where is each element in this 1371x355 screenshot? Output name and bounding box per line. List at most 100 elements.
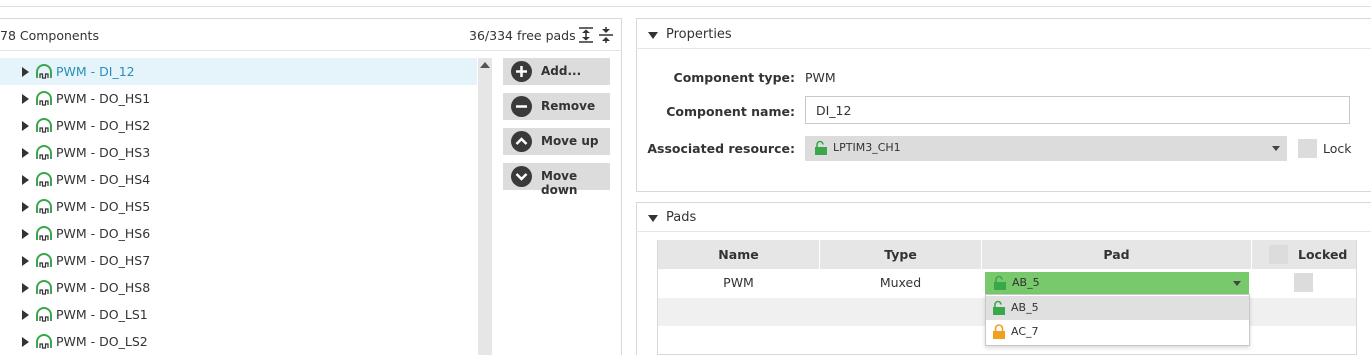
tree-row[interactable]: PWM - DI_12 (0, 58, 477, 85)
pwm-signal-icon (36, 199, 52, 214)
tree-row[interactable]: PWM - DO_HS3 (0, 139, 477, 166)
tree-row-label: PWM - DO_HS4 (56, 172, 151, 187)
lock-checkbox[interactable] (1298, 139, 1317, 158)
pwm-signal-icon (36, 118, 52, 133)
pad-option-ab5[interactable]: AB_5 (986, 296, 1249, 320)
tree-row[interactable]: PWM - DO_HS5 (0, 193, 477, 220)
col-sep (819, 240, 820, 269)
expand-all-icon[interactable] (577, 26, 595, 44)
tree-row-label: PWM - DO_LS2 (56, 334, 148, 349)
pwm-signal-icon (36, 91, 52, 106)
pad-dropdown-list: AB_5 AC_7 (985, 294, 1250, 346)
pad-select-value: AB_5 (1012, 276, 1040, 289)
tree-row[interactable]: PWM - DO_HS7 (0, 247, 477, 274)
component-count: 78 Components (0, 28, 99, 43)
left-panel-right-border (621, 18, 622, 355)
move-up-button[interactable]: Move up (503, 128, 610, 155)
collapse-all-icon[interactable] (597, 26, 615, 44)
minus-icon (511, 96, 532, 117)
pwm-signal-icon (36, 334, 52, 349)
pads-top-border (636, 202, 1371, 203)
associated-resource-select[interactable]: LPTIM3_CH1 (805, 136, 1287, 161)
pwm-signal-icon (36, 172, 52, 187)
pads-section-header[interactable]: Pads (636, 205, 1371, 231)
tree-row-label: PWM - DO_HS6 (56, 226, 151, 241)
expand-arrow-icon[interactable] (22, 175, 29, 185)
col-sep (981, 240, 982, 269)
free-pads-count: 36/334 free pads (469, 28, 576, 43)
tree-row-label: PWM - DO_HS8 (56, 280, 151, 295)
expand-arrow-icon[interactable] (22, 256, 29, 266)
unlocked-padlock-icon (815, 140, 827, 155)
move-up-button-label: Move up (541, 134, 599, 148)
column-header-locked[interactable]: Locked (1252, 240, 1356, 269)
expand-arrow-icon[interactable] (22, 337, 29, 347)
component-name-field[interactable] (805, 96, 1350, 124)
tree-row-label: PWM - DO_HS7 (56, 253, 151, 268)
tree-row[interactable]: PWM - DO_HS1 (0, 85, 477, 112)
tree-row[interactable]: PWM - DO_HS4 (0, 166, 477, 193)
component-type-value: PWM (805, 70, 836, 85)
locked-header-label: Locked (1298, 247, 1348, 262)
left-panel-top-border (0, 18, 622, 19)
pwm-signal-icon (36, 280, 52, 295)
pwm-signal-icon (36, 145, 52, 160)
tree-row[interactable]: PWM - DO_LS2 (0, 328, 477, 355)
expand-arrow-icon[interactable] (22, 283, 29, 293)
add-button[interactable]: Add... (503, 58, 610, 85)
remove-button-label: Remove (541, 99, 596, 113)
tree-row[interactable]: PWM - DO_LS1 (0, 301, 477, 328)
locked-all-checkbox[interactable] (1269, 245, 1288, 264)
locked-padlock-icon (993, 324, 1005, 339)
dropdown-caret-icon (1233, 281, 1241, 286)
properties-section-header[interactable]: Properties (636, 22, 1371, 48)
lock-label: Lock (1323, 141, 1352, 156)
tree-row-label: PWM - DO_HS1 (56, 91, 151, 106)
tree-row[interactable]: PWM - DO_HS6 (0, 220, 477, 247)
tree-row-label: PWM - DO_HS5 (56, 199, 151, 214)
column-header-name[interactable]: Name (658, 240, 819, 269)
column-header-type[interactable]: Type (820, 240, 981, 269)
properties-title: Properties (666, 27, 732, 42)
properties-header-divider (636, 48, 1371, 49)
move-down-button[interactable]: Move down (503, 163, 610, 197)
expand-arrow-icon[interactable] (22, 148, 29, 158)
pwm-signal-icon (36, 64, 52, 79)
chevron-down-icon (511, 166, 532, 187)
pwm-signal-icon (36, 253, 52, 268)
pwm-signal-icon (36, 226, 52, 241)
remove-button[interactable]: Remove (503, 93, 610, 120)
associated-resource-value: LPTIM3_CH1 (833, 141, 901, 154)
tree-row-label: PWM - DO_LS1 (56, 307, 148, 322)
tree-row-label: PWM - DO_HS2 (56, 118, 151, 133)
pad-option-label: AB_5 (1011, 301, 1039, 314)
pad-option-ac7[interactable]: AC_7 (986, 320, 1249, 344)
expand-arrow-icon[interactable] (22, 121, 29, 131)
component-name-label: Component name: (666, 104, 795, 119)
expand-arrow-icon[interactable] (22, 310, 29, 320)
tree-scrollbar[interactable] (478, 58, 492, 355)
pad-row-type: Muxed (879, 275, 922, 290)
unlocked-padlock-icon (994, 275, 1006, 290)
expand-arrow-icon[interactable] (22, 202, 29, 212)
pad-option-label: AC_7 (1011, 325, 1039, 338)
expand-arrow-icon[interactable] (22, 67, 29, 77)
expand-arrow-icon[interactable] (22, 229, 29, 239)
associated-resource-label: Associated resource: (647, 141, 795, 156)
component-type-label: Component type: (673, 70, 795, 85)
collapse-triangle-icon (648, 215, 658, 222)
unlocked-padlock-icon (993, 300, 1005, 315)
tree-row-label: PWM - DO_HS3 (56, 145, 151, 160)
scroll-up-arrow-icon[interactable] (480, 62, 490, 68)
tree-row[interactable]: PWM - DO_HS2 (0, 112, 477, 139)
tree-row[interactable]: PWM - DO_HS8 (0, 274, 477, 301)
dropdown-caret-icon (1272, 146, 1280, 151)
pad-select[interactable]: AB_5 (985, 272, 1249, 294)
pad-row-locked-checkbox[interactable] (1294, 273, 1313, 292)
move-down-button-label: Move down (541, 169, 578, 197)
add-button-label: Add... (541, 64, 582, 78)
properties-bottom-border (636, 191, 1371, 192)
column-header-pad[interactable]: Pad (982, 240, 1251, 269)
left-header-divider (0, 50, 622, 51)
expand-arrow-icon[interactable] (22, 94, 29, 104)
